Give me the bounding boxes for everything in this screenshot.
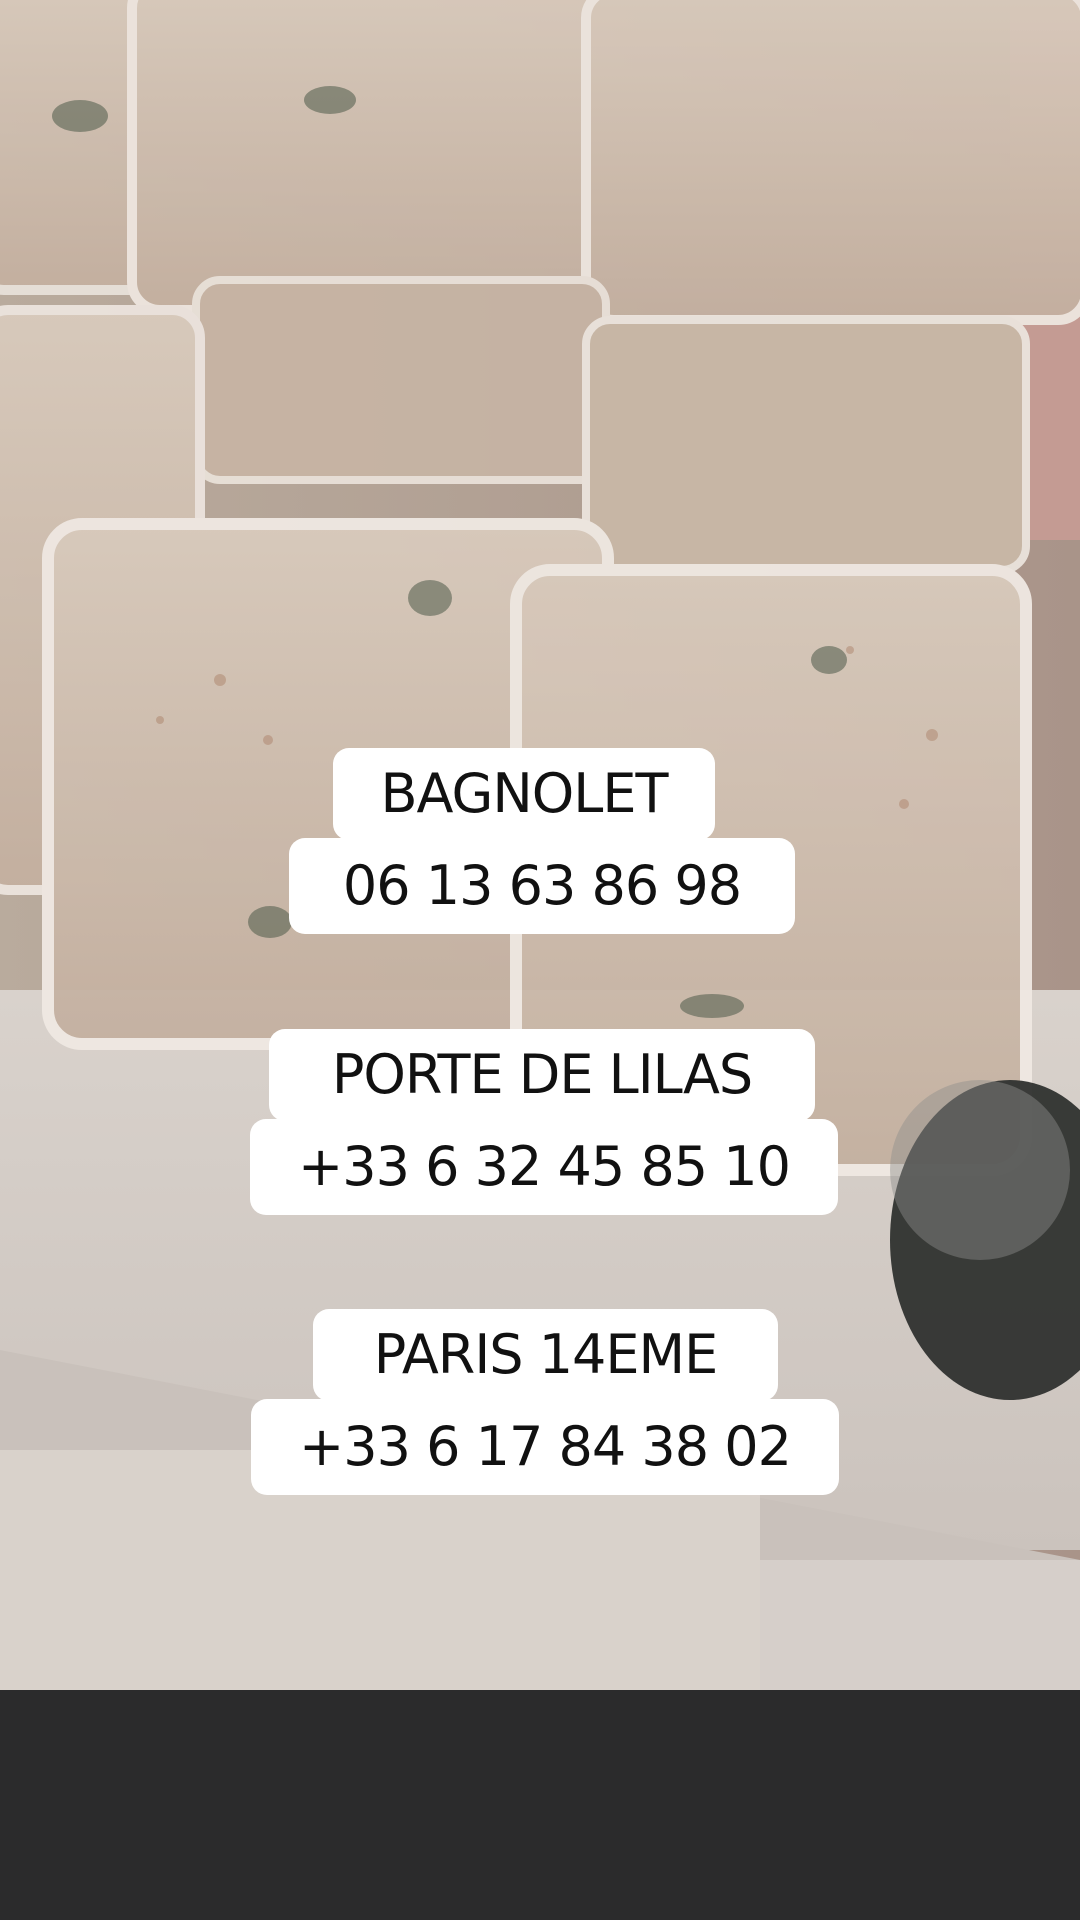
bagnolet-title: BAGNOLET — [333, 748, 715, 840]
caption-overlay: BAGNOLET 06 13 63 86 98 PORTE DE LILAS +… — [0, 0, 1080, 1920]
paris-14eme-phone: +33 6 17 84 38 02 — [251, 1399, 839, 1495]
porte-de-lilas-phone: +33 6 32 45 85 10 — [250, 1119, 838, 1215]
bagnolet-phone: 06 13 63 86 98 — [289, 838, 795, 934]
porte-de-lilas-title: PORTE DE LILAS — [269, 1029, 815, 1121]
paris-14eme-title: PARIS 14EME — [313, 1309, 778, 1401]
